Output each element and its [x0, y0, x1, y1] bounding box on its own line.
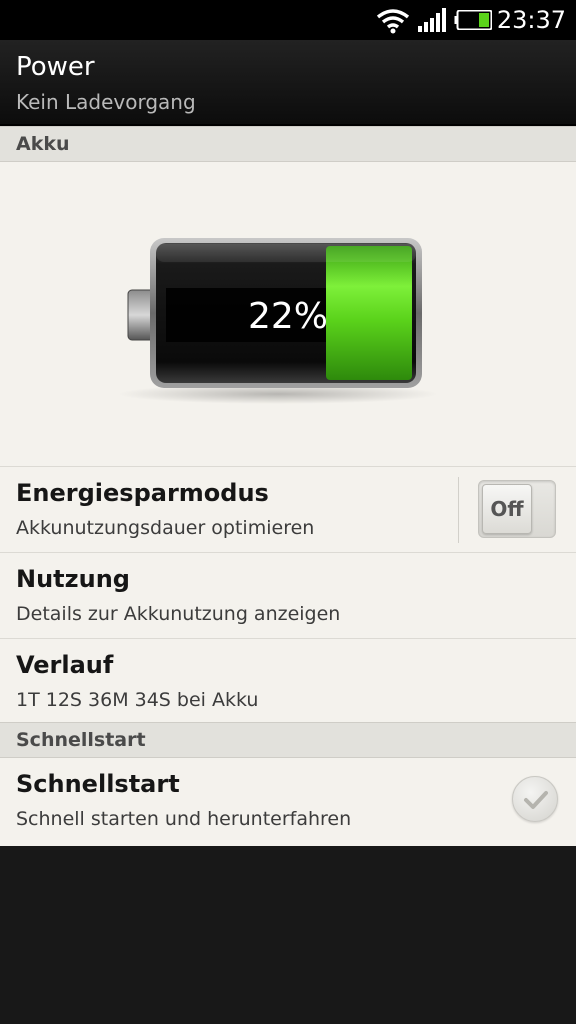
row-subtitle: Schnell starten und herunterfahren — [16, 808, 352, 830]
energy-saver-row[interactable]: Energiesparmodus Akkunutzungsdauer optim… — [0, 466, 576, 552]
usage-row[interactable]: Nutzung Details zur Akkunutzung anzeigen — [0, 552, 576, 638]
fast-boot-row[interactable]: Schnellstart Schnell starten und herunte… — [0, 758, 576, 846]
status-bar: 23:37 — [0, 0, 576, 40]
battery-percent: 22% — [248, 296, 328, 337]
row-subtitle: 1T 12S 36M 34S bei Akku — [16, 689, 259, 711]
wifi-icon — [376, 8, 410, 38]
divider — [458, 477, 459, 543]
fast-boot-checkbox[interactable] — [512, 776, 558, 822]
row-title: Nutzung — [16, 565, 130, 593]
battery-icon — [454, 9, 493, 34]
checkmark-icon — [524, 791, 548, 809]
page-title: Power — [16, 52, 95, 82]
settings-list[interactable]: Akku 22% Energiesparmodus Akkunutzungsda… — [0, 126, 576, 846]
battery-display: 22% — [0, 162, 576, 466]
charging-status: Kein Ladevorgang — [16, 90, 196, 114]
row-title: Verlauf — [16, 651, 114, 679]
section-label: Akku — [16, 133, 70, 155]
row-subtitle: Akkunutzungsdauer optimieren — [16, 517, 315, 539]
energy-saver-toggle[interactable]: Off — [478, 480, 556, 538]
signal-icon — [418, 8, 446, 36]
row-title: Energiesparmodus — [16, 479, 269, 507]
row-subtitle: Details zur Akkunutzung anzeigen — [16, 603, 341, 625]
history-row[interactable]: Verlauf 1T 12S 36M 34S bei Akku — [0, 638, 576, 722]
section-header-akku: Akku — [0, 126, 576, 162]
battery-graphic: 22% — [118, 238, 438, 404]
row-title: Schnellstart — [16, 770, 180, 798]
clock: 23:37 — [496, 6, 566, 34]
section-header-schnellstart: Schnellstart — [0, 722, 576, 758]
section-label: Schnellstart — [16, 729, 146, 751]
toggle-knob[interactable]: Off — [482, 484, 532, 534]
app-header: Power Kein Ladevorgang — [0, 40, 576, 126]
toggle-label: Off — [490, 497, 524, 521]
